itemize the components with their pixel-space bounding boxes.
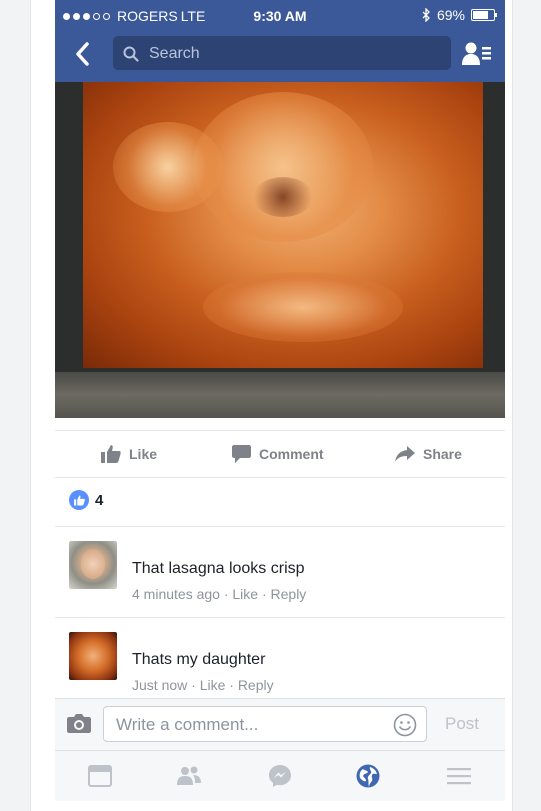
post-actions: Like Comment Share	[55, 430, 505, 478]
like-reaction-icon	[69, 490, 89, 510]
tab-bar	[55, 750, 505, 801]
share-label: Share	[423, 446, 462, 462]
battery-icon	[471, 9, 497, 21]
photo-background-surface	[55, 372, 505, 418]
comment-item: Thats my daughter Just now · Like · Repl…	[55, 618, 505, 698]
comment-meta[interactable]: Just now · Like · Reply	[132, 677, 274, 693]
comment-input[interactable]	[114, 713, 388, 737]
search-box[interactable]	[113, 36, 451, 70]
comment-meta[interactable]: 4 minutes ago · Like · Reply	[132, 586, 306, 602]
comment-composer: Post	[55, 698, 505, 751]
top-bar: ROGERS LTE 9:30 AM 69%	[55, 0, 505, 82]
friends-list-icon[interactable]	[461, 41, 493, 67]
commenter-avatar[interactable]	[69, 541, 117, 589]
notifications-globe-icon[interactable]	[355, 763, 381, 789]
back-chevron-icon[interactable]	[69, 38, 97, 70]
comment-text: Thats my daughter	[132, 651, 266, 668]
like-label: Like	[129, 446, 158, 462]
friends-icon[interactable]	[176, 763, 202, 789]
commenter-avatar[interactable]	[69, 632, 117, 680]
ultrasound-image	[83, 82, 483, 368]
post-photo[interactable]	[55, 82, 505, 418]
share-button[interactable]: Share	[395, 431, 462, 477]
comment-bubble-icon	[232, 445, 251, 463]
sticker-smiley-icon[interactable]	[393, 713, 417, 737]
comment-text: That lasagna looks crisp	[132, 560, 305, 577]
status-right: 69%	[422, 7, 497, 23]
camera-icon[interactable]	[67, 713, 91, 733]
bluetooth-icon	[422, 8, 430, 22]
news-feed-icon[interactable]	[87, 763, 113, 789]
phone-screen: ROGERS LTE 9:30 AM 69% L	[55, 0, 505, 811]
menu-icon[interactable]	[446, 763, 472, 789]
reactions-summary[interactable]: 4	[69, 490, 103, 510]
battery-percent: 69%	[436, 7, 465, 23]
search-icon	[123, 46, 139, 62]
comment-label: Comment	[259, 446, 324, 462]
thumbs-up-icon	[101, 445, 121, 463]
comment-button[interactable]: Comment	[232, 431, 324, 477]
comment-input-box[interactable]	[103, 706, 427, 742]
post-button[interactable]: Post	[445, 714, 479, 734]
like-count: 4	[95, 491, 104, 509]
search-input[interactable]	[147, 42, 441, 66]
messenger-icon[interactable]	[267, 763, 293, 789]
comment-item: That lasagna looks crisp 4 minutes ago ·…	[55, 527, 505, 617]
share-arrow-icon	[395, 446, 415, 462]
nav-bar	[55, 34, 505, 74]
like-button[interactable]: Like	[101, 431, 157, 477]
status-bar: ROGERS LTE 9:30 AM 69%	[55, 0, 505, 30]
